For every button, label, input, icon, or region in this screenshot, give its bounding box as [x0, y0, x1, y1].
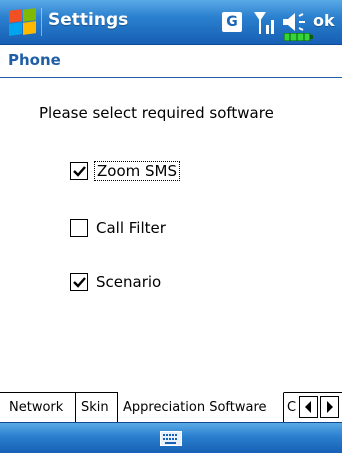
- gprs-badge-icon[interactable]: G: [222, 12, 242, 32]
- ok-button[interactable]: ok: [313, 11, 335, 30]
- arrow-right-icon: [327, 401, 333, 413]
- tab-appreciation-software[interactable]: Appreciation Software: [118, 392, 284, 422]
- tab-scroll-right[interactable]: [320, 396, 339, 418]
- tab-strip: Network Skin Appreciation Software C: [0, 392, 342, 422]
- instruction-text: Please select required software: [39, 104, 274, 122]
- scenario-checkbox[interactable]: [70, 273, 88, 291]
- checkmark-icon: [73, 166, 86, 177]
- keyboard-icon[interactable]: [160, 431, 182, 446]
- menu-bar: [0, 422, 342, 453]
- section-title: Phone: [8, 51, 61, 69]
- checkmark-icon: [73, 277, 86, 288]
- battery-icon: [284, 33, 313, 41]
- arrow-left-icon: [305, 401, 311, 413]
- zoom-sms-checkbox[interactable]: [70, 162, 88, 180]
- signal-icon[interactable]: [252, 10, 280, 36]
- call-filter-checkbox[interactable]: [70, 219, 88, 237]
- tab-c[interactable]: C: [284, 393, 296, 422]
- title-separator: [41, 8, 42, 36]
- tab-scroll-left[interactable]: [299, 396, 318, 418]
- tab-skin[interactable]: Skin: [76, 393, 118, 422]
- title-bar: Settings G ok: [0, 0, 342, 45]
- call-filter-label[interactable]: Call Filter: [96, 219, 166, 237]
- scenario-label[interactable]: Scenario: [96, 273, 161, 291]
- window-title: Settings: [48, 10, 129, 30]
- tab-network[interactable]: Network: [0, 393, 76, 422]
- windows-start-icon[interactable]: [8, 8, 38, 37]
- volume-icon[interactable]: [281, 10, 307, 34]
- section-divider: [0, 77, 342, 78]
- zoom-sms-label[interactable]: Zoom SMS: [94, 161, 180, 181]
